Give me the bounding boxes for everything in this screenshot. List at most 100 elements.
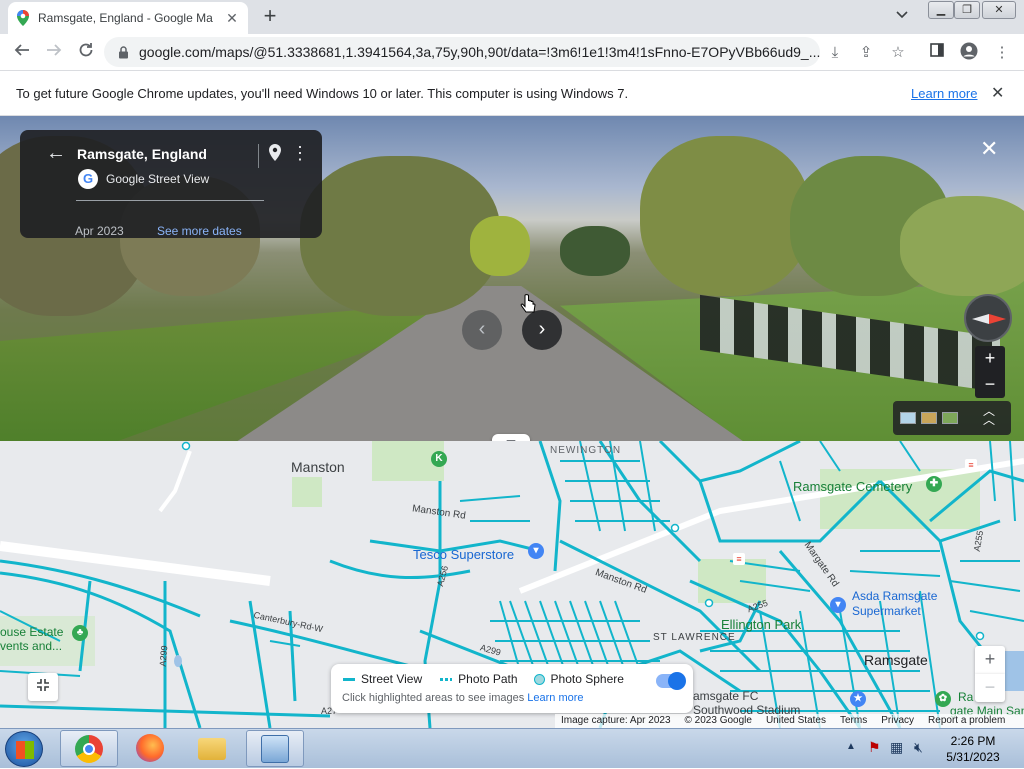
map-label-ramsgate-fc: amsgate FC bbox=[693, 689, 759, 703]
terms-link[interactable]: Terms bbox=[840, 714, 867, 728]
action-center-flag-icon[interactable]: ⚑ bbox=[868, 739, 881, 756]
map-label-ellington-park: Ellington Park bbox=[721, 617, 802, 632]
street-view-panorama[interactable]: ← Ramsgate, England G Google Street View… bbox=[0, 116, 1024, 441]
windows-taskbar: ▲ ⚑ ▦ 🔇︎ 2:26 PM 5/31/2023 bbox=[0, 728, 1024, 768]
bookmark-star-icon[interactable]: ☆ bbox=[887, 42, 909, 64]
map-label-a299: A299 bbox=[157, 645, 170, 667]
capture-date: Apr 2023 bbox=[75, 224, 124, 238]
stadium-pin-icon[interactable]: ★ bbox=[850, 691, 866, 707]
taskbar-clock[interactable]: 2:26 PM 5/31/2023 bbox=[932, 733, 1014, 765]
map-zoom-out-button[interactable]: − bbox=[975, 674, 1005, 702]
infobar-close-icon[interactable]: ✕ bbox=[991, 83, 1004, 103]
clock-date: 5/31/2023 bbox=[946, 750, 1000, 764]
layer-thumb-2[interactable] bbox=[921, 412, 937, 424]
map-zoom-in-button[interactable]: + bbox=[975, 646, 1005, 674]
back-arrow-icon[interactable]: ← bbox=[46, 142, 66, 165]
rail-station-icon[interactable]: ≡ bbox=[965, 459, 977, 471]
google-maps-favicon-icon bbox=[17, 10, 29, 26]
nav-arrow-left-icon[interactable]: ‹ bbox=[462, 310, 502, 350]
network-icon[interactable]: ▦ bbox=[890, 739, 903, 756]
new-tab-button[interactable]: + bbox=[258, 5, 282, 27]
close-window-button[interactable]: ✕ bbox=[982, 1, 1016, 19]
start-button-icon[interactable] bbox=[5, 731, 43, 767]
collapse-map-icon[interactable] bbox=[28, 673, 58, 701]
infobar-message: To get future Google Chrome updates, you… bbox=[16, 86, 629, 101]
google-logo-icon: G bbox=[78, 169, 98, 189]
back-arrow-icon[interactable] bbox=[11, 42, 33, 64]
map-label-ramsgate-main: Ra bbox=[958, 690, 974, 704]
taskbar-control-panel[interactable] bbox=[246, 730, 304, 767]
compass-icon[interactable] bbox=[964, 294, 1012, 342]
rail-station-icon-2[interactable]: ≡ bbox=[733, 553, 745, 565]
expand-chevron-icon[interactable]: ︿ ︿ bbox=[983, 405, 995, 426]
taskbar-chrome[interactable] bbox=[60, 730, 118, 767]
address-bar[interactable]: google.com/maps/@51.3338681,1.3941564,3a… bbox=[104, 37, 820, 67]
street-view-zoom-in-button[interactable]: + bbox=[975, 346, 1005, 372]
layer-thumb-1[interactable] bbox=[900, 412, 916, 424]
nav-arrow-right-icon[interactable]: › bbox=[522, 310, 562, 350]
infobar-learn-more-link[interactable]: Learn more bbox=[911, 86, 977, 101]
legend-learn-more-link[interactable]: Learn more bbox=[527, 692, 583, 704]
reload-icon[interactable] bbox=[75, 42, 97, 64]
asda-cart-pin-icon[interactable]: ▾ bbox=[830, 597, 846, 613]
install-app-icon[interactable]: ⤓ bbox=[824, 42, 846, 64]
tab-close-button[interactable]: ✕ bbox=[224, 10, 240, 27]
map-label-tesco: Tesco Superstore bbox=[413, 547, 515, 562]
map-attribution: Image capture: Apr 2023 © 2023 Google Un… bbox=[555, 714, 1024, 728]
minimize-window-button[interactable]: ▁ bbox=[928, 1, 954, 19]
street-view-layer-toggle[interactable] bbox=[656, 672, 686, 690]
volume-muted-icon[interactable]: 🔇︎ bbox=[914, 739, 923, 756]
card-divider bbox=[258, 144, 259, 168]
cemetery-pin-icon[interactable]: ✚ bbox=[926, 476, 942, 492]
map-label-st-lawrence: ST LAWRENCE bbox=[653, 632, 736, 643]
control-panel-icon bbox=[261, 735, 289, 763]
park-pin-icon[interactable]: K bbox=[431, 451, 447, 467]
shopping-cart-pin-icon[interactable]: ▾ bbox=[528, 543, 544, 559]
restore-window-button[interactable]: ❐ bbox=[954, 1, 980, 19]
forward-arrow-icon[interactable] bbox=[43, 42, 65, 64]
map-view[interactable]: Manston NEWINGTON Ramsgate Cemetery Mans… bbox=[0, 441, 1024, 728]
tree-right bbox=[640, 136, 810, 296]
taskbar-firefox[interactable] bbox=[122, 730, 180, 767]
location-pin-icon[interactable] bbox=[269, 144, 281, 166]
more-options-icon[interactable]: ⋮ bbox=[291, 144, 309, 162]
toggle-knob bbox=[668, 672, 686, 690]
legend-street-view: Street View bbox=[361, 672, 423, 686]
tab-search-chevron-icon[interactable] bbox=[896, 8, 908, 22]
estate-pin-icon[interactable]: ♣ bbox=[72, 625, 88, 641]
see-more-dates-link[interactable]: See more dates bbox=[157, 224, 242, 238]
profile-avatar-icon[interactable] bbox=[958, 42, 980, 64]
tree-distant bbox=[470, 216, 530, 276]
street-view-info-card: ← Ramsgate, England G Google Street View… bbox=[20, 130, 322, 238]
place-title: Ramsgate, England bbox=[77, 146, 207, 162]
report-problem-link[interactable]: Report a problem bbox=[928, 714, 1005, 728]
beach-pin-icon[interactable]: ✿ bbox=[935, 691, 951, 707]
tab-title: Ramsgate, England - Google Ma bbox=[38, 11, 213, 25]
firefox-icon bbox=[136, 734, 164, 762]
side-panel-icon[interactable] bbox=[926, 42, 948, 64]
map-label-asda: Asda Ramsgate bbox=[852, 589, 938, 603]
share-icon[interactable]: ⇪ bbox=[855, 42, 877, 64]
legend-photo-path: Photo Path bbox=[458, 672, 518, 686]
map-label-newington: NEWINGTON bbox=[550, 445, 622, 456]
show-hidden-icons-icon[interactable]: ▲ bbox=[846, 741, 856, 752]
hand-cursor-icon bbox=[520, 294, 536, 313]
country-link[interactable]: United States bbox=[766, 714, 826, 728]
update-infobar: To get future Google Chrome updates, you… bbox=[0, 71, 1024, 116]
street-view-zoom-out-button[interactable]: − bbox=[975, 372, 1005, 398]
legend-hint-row: Click highlighted areas to see images Le… bbox=[342, 692, 584, 704]
tab-strip: Ramsgate, England - Google Ma ✕ + ▁ ❐ ✕ bbox=[0, 0, 1024, 34]
map-label-ramsgate: Ramsgate bbox=[864, 652, 928, 668]
taskbar-explorer[interactable] bbox=[184, 730, 242, 767]
clock-time: 2:26 PM bbox=[950, 734, 996, 748]
privacy-link[interactable]: Privacy bbox=[881, 714, 914, 728]
legend-hint: Click highlighted areas to see images bbox=[342, 692, 525, 704]
close-street-view-icon[interactable]: ✕ bbox=[980, 136, 998, 162]
street-view-line-icon bbox=[343, 677, 355, 681]
copyright-text: © 2023 Google bbox=[684, 715, 752, 726]
layer-thumb-3[interactable] bbox=[942, 412, 958, 424]
browser-tab[interactable]: Ramsgate, England - Google Ma ✕ bbox=[8, 2, 248, 34]
browser-menu-icon[interactable]: ⋮ bbox=[991, 42, 1013, 64]
street-view-legend: Street View Photo Path Photo Sphere Clic… bbox=[331, 664, 693, 713]
layers-panel: ︿ ︿ bbox=[893, 401, 1011, 435]
